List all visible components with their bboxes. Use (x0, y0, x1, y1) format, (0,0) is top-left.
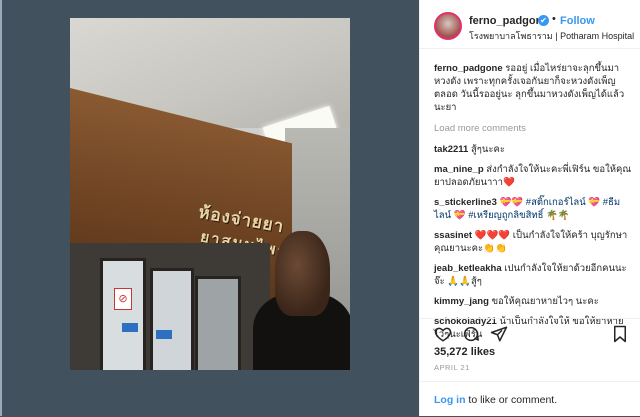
login-prompt: Log in to like or comment. (434, 394, 557, 406)
location-link[interactable]: โรงพยาบาลโพธาราม | Potharam Hospital (469, 29, 634, 43)
login-prompt-text: to like or comment. (465, 394, 558, 406)
likes-count[interactable]: 35,272 likes (434, 346, 495, 358)
comment-text: ขอให้คุณยาหายไวๆ นะคะ (491, 296, 599, 307)
post-caption: ferno_padgone รออยู่ เมื่อไหร่ยาจะลุกขึ้… (434, 62, 634, 114)
login-link[interactable]: Log in (434, 394, 466, 406)
follow-button[interactable]: Follow (560, 15, 595, 27)
header-username[interactable]: ferno_padgone (469, 15, 548, 27)
comment-username[interactable]: jeab_ketleakha (434, 263, 502, 274)
comment-item: ssasinet ❤️❤️❤️ เป็นกำลังใจให้คร้า บุญรั… (434, 229, 634, 255)
post-header: ferno_padgone ✔ • Follow โรงพยาบาลโพธารา… (420, 0, 640, 49)
separator-dot: • (552, 13, 556, 25)
comment-username[interactable]: ssasinet (434, 230, 472, 241)
login-footer: Log in to like or comment. (420, 381, 640, 417)
counter-window (195, 276, 241, 370)
action-bar (420, 318, 640, 343)
load-more-comments-button[interactable]: Load more comments (434, 122, 634, 135)
comment-username[interactable]: tak2211 (434, 144, 468, 155)
caption-username[interactable]: ferno_padgone (434, 63, 503, 74)
window-edge (0, 0, 2, 416)
post-date: APRIL 21 (434, 363, 470, 372)
counter-window (100, 258, 146, 370)
share-icon[interactable] (490, 325, 508, 343)
bookmark-icon[interactable] (611, 325, 629, 343)
blue-sign (122, 323, 138, 332)
comment-item: jeab_ketleakha เปนกำลังใจให้ยาด้วยอีกคนน… (434, 262, 634, 288)
comment-item: ma_nine_p ส่งกำลังใจให้นะคะพี่เฟิร์น ขอใ… (434, 163, 634, 189)
avatar[interactable] (434, 12, 462, 40)
heart-icon[interactable] (434, 325, 452, 343)
comment-text: สู้ๆนะคะ (470, 144, 505, 155)
post-side-panel: ferno_padgone ✔ • Follow โรงพยาบาลโพธารา… (419, 0, 640, 416)
comment-item: kimmy_jang ขอให้คุณยาหายไวๆ นะคะ (434, 295, 634, 308)
no-smoking-sign: ⊘ (114, 288, 132, 310)
blue-sign (156, 330, 172, 339)
verified-badge-icon: ✔ (538, 15, 549, 26)
person-hair (275, 231, 330, 316)
comment-item: s_stickerline3 💝💝 #สติ๊กเกอร์ไลน์ 💝 #ธีม… (434, 196, 634, 222)
comment-icon[interactable] (462, 325, 480, 343)
comment-username[interactable]: s_stickerline3 (434, 197, 497, 208)
counter-window (150, 268, 194, 370)
post-photo[interactable]: ห้องจ่ายยา ยาสมุนไพร ⊘ (70, 18, 350, 370)
comment-item: tak2211 สู้ๆนะคะ (434, 143, 634, 156)
comment-username[interactable]: ma_nine_p (434, 164, 484, 175)
comment-username[interactable]: kimmy_jang (434, 296, 489, 307)
comments-list: ferno_padgone รออยู่ เมื่อไหร่ยาจะลุกขึ้… (434, 62, 634, 348)
